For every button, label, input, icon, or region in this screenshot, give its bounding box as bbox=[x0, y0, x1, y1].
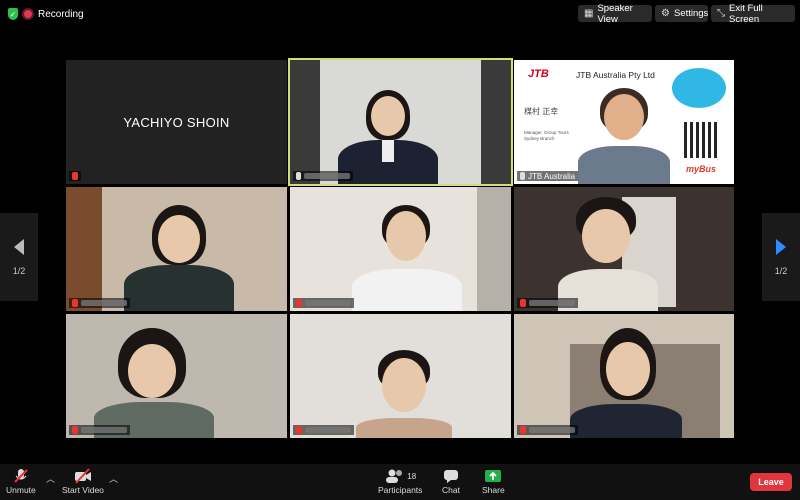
card-person-name: 楳村 正幸 bbox=[524, 107, 559, 116]
speaker-view-label: Speaker View bbox=[597, 2, 633, 25]
page-indicator-right: 1/2 bbox=[774, 266, 788, 276]
muted-mic-icon bbox=[296, 426, 302, 434]
participant-name-yachiyo-shoin: YACHIYO SHOIN bbox=[123, 115, 230, 130]
blurred-name bbox=[305, 300, 351, 306]
video-tile-participant-7[interactable] bbox=[66, 314, 287, 438]
exit-full-screen-icon: ⤡ bbox=[717, 8, 725, 19]
muted-mic-icon bbox=[72, 426, 78, 434]
speaker-view-icon: ▦ bbox=[584, 8, 594, 19]
blurred-name bbox=[529, 427, 575, 433]
chat-button[interactable]: Chat bbox=[442, 467, 460, 495]
video-tile-participant-9[interactable] bbox=[514, 314, 734, 438]
chat-label: Chat bbox=[442, 485, 460, 495]
participants-button[interactable]: 18 Participants bbox=[378, 467, 422, 495]
video-tile-active-speaker[interactable] bbox=[288, 58, 513, 186]
muted-mic-icon bbox=[72, 172, 78, 180]
card-role: Manager, Group Tours Sydney Branch bbox=[524, 130, 569, 142]
video-tile-jtb-australia[interactable]: JTB JTB Australia Pty Ltd 楳村 正幸 Manager,… bbox=[514, 60, 734, 184]
tile-name-label bbox=[69, 298, 130, 308]
blurred-name bbox=[305, 427, 351, 433]
chat-bubble-icon bbox=[442, 467, 460, 485]
tile-name-label bbox=[517, 425, 578, 435]
tile-name-label: JTB Australia bbox=[517, 171, 579, 181]
video-camera-off-icon bbox=[73, 467, 93, 485]
share-screen-icon bbox=[484, 467, 502, 485]
mic-icon bbox=[520, 172, 525, 180]
start-video-label: Start Video bbox=[62, 485, 104, 495]
unmute-button[interactable]: Unmute bbox=[6, 467, 36, 495]
blurred-name bbox=[304, 173, 350, 179]
video-options-chevron-icon[interactable]: ︿ bbox=[109, 472, 118, 485]
participants-label: Participants bbox=[378, 485, 423, 495]
gear-icon: ⚙ bbox=[661, 8, 670, 19]
blurred-name bbox=[81, 300, 127, 306]
blurred-name bbox=[529, 300, 575, 306]
top-bar: ✓ Recording ▦ Speaker View ⚙ Settings ⤡ … bbox=[0, 0, 800, 28]
participants-icon: 18 bbox=[384, 467, 416, 485]
video-tile-yachiyo-shoin[interactable]: YACHIYO SHOIN bbox=[66, 60, 287, 184]
settings-label: Settings bbox=[673, 8, 709, 19]
video-tile-participant-6[interactable] bbox=[514, 187, 734, 311]
card-role-line2: Sydney Branch bbox=[524, 136, 555, 141]
tile-name-label bbox=[293, 298, 354, 308]
video-tile-participant-4[interactable] bbox=[66, 187, 287, 311]
recording-label: Recording bbox=[38, 8, 84, 20]
blurred-name bbox=[81, 427, 127, 433]
muted-mic-icon bbox=[520, 299, 526, 307]
recording-indicator[interactable]: ✓ Recording bbox=[8, 8, 84, 20]
muted-mic-icon bbox=[520, 426, 526, 434]
settings-button[interactable]: ⚙ Settings bbox=[655, 5, 708, 22]
muted-mic-icon bbox=[72, 299, 78, 307]
video-tile-participant-5[interactable] bbox=[290, 187, 511, 311]
previous-page-button[interactable]: 1/2 bbox=[0, 213, 38, 301]
chevron-right-icon bbox=[776, 239, 786, 255]
qr-code bbox=[684, 122, 720, 158]
share-label: Share bbox=[482, 485, 505, 495]
muted-mic-icon bbox=[296, 299, 302, 307]
security-shield-icon[interactable]: ✓ bbox=[8, 8, 18, 20]
unmute-label: Unmute bbox=[6, 485, 36, 495]
mic-icon bbox=[296, 172, 301, 180]
tile-name-label bbox=[293, 425, 354, 435]
exit-full-screen-button[interactable]: ⤡ Exit Full Screen bbox=[711, 2, 795, 25]
jtb-logo: JTB bbox=[528, 68, 549, 80]
speaker-view-button[interactable]: ▦ Speaker View bbox=[578, 2, 652, 25]
exit-full-screen-label: Exit Full Screen bbox=[729, 2, 763, 25]
muted-microphone-icon bbox=[13, 467, 29, 485]
company-name: JTB Australia Pty Ltd bbox=[576, 70, 655, 80]
audio-options-chevron-icon[interactable]: ︿ bbox=[46, 472, 55, 485]
meeting-controls-bar: Unmute ︿ Start Video ︿ 18 Participants C… bbox=[0, 464, 800, 500]
video-tile-participant-8[interactable] bbox=[290, 314, 511, 438]
tile-name-label bbox=[69, 171, 81, 181]
page-indicator-left: 1/2 bbox=[12, 266, 26, 276]
mybus-logo: myBus bbox=[686, 164, 717, 174]
next-page-button[interactable]: 1/2 bbox=[762, 213, 800, 301]
leave-button[interactable]: Leave bbox=[750, 473, 792, 491]
chevron-left-icon bbox=[14, 239, 24, 255]
tile-name-label bbox=[69, 425, 130, 435]
speech-bubble bbox=[672, 68, 726, 108]
share-button[interactable]: Share bbox=[482, 467, 505, 495]
tile-name-label bbox=[517, 298, 578, 308]
participants-count: 18 bbox=[407, 471, 417, 481]
start-video-button[interactable]: Start Video bbox=[62, 467, 104, 495]
participant-name-jtb: JTB Australia bbox=[528, 171, 576, 181]
tile-name-label bbox=[293, 171, 353, 181]
recording-dot-icon bbox=[24, 10, 32, 18]
